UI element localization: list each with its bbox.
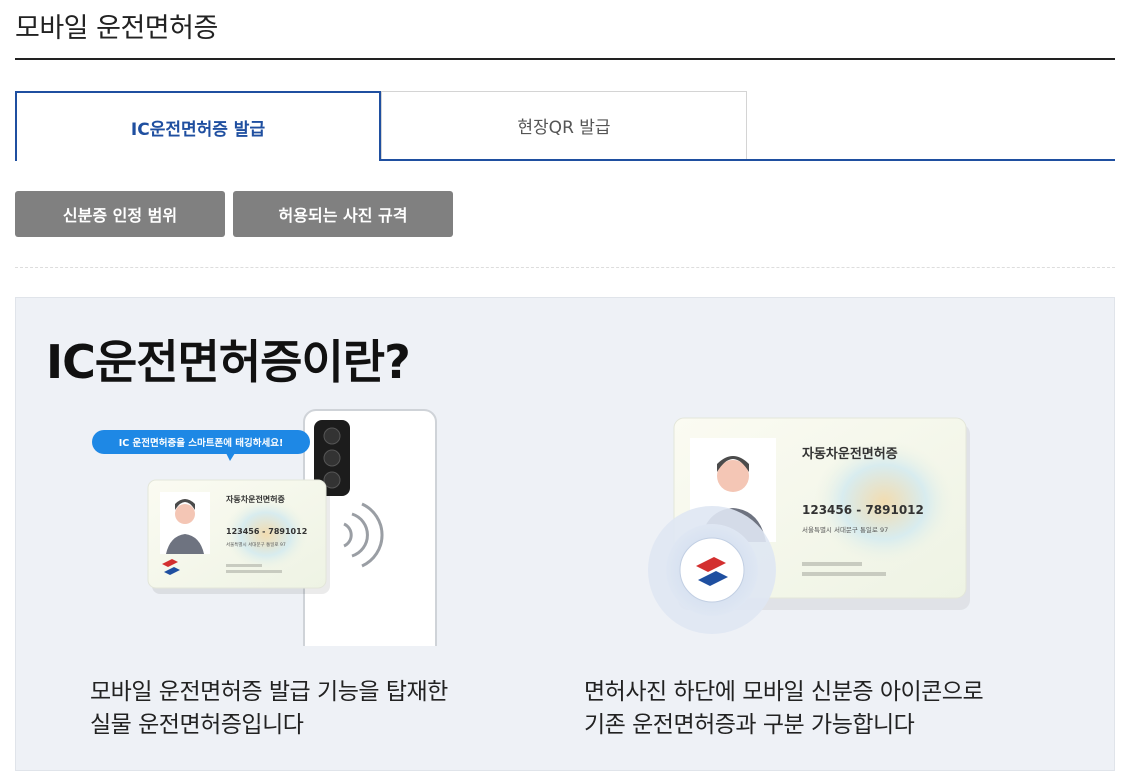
card-title-left: 자동차운전면허증: [226, 494, 286, 504]
photo-spec-button[interactable]: 허용되는 사진 규격: [233, 191, 453, 237]
left-caption-line1: 모바일 운전면허증 발급 기능을 탑재한: [90, 679, 448, 705]
tab-ic-license[interactable]: IC운전면허증 발급: [15, 91, 381, 161]
page-title: 모바일 운전면허증: [15, 13, 218, 44]
bubble-text: IC 운전면허증을 스마트폰에 태깅하세요!: [119, 437, 284, 449]
card-title-right: 자동차운전면허증: [802, 446, 898, 462]
left-caption-line2: 실물 운전면허증입니다: [90, 712, 304, 738]
info-panel: IC운전면허증이란? 자동차운전면허증 123456 - 7891012 서울특…: [15, 297, 1115, 771]
right-caption-line2: 기존 운전면허증과 구분 가능합니다: [584, 712, 915, 738]
title-divider: [15, 58, 1115, 60]
tab-onsite-qr[interactable]: 현장QR 발급: [381, 91, 747, 159]
info-buttons: 신분증 인정 범위 허용되는 사진 규격: [15, 191, 453, 237]
id-scope-button[interactable]: 신분증 인정 범위: [15, 191, 225, 237]
card-address-left: 서울특별시 서대문구 통일로 97: [226, 541, 286, 548]
tab-bar: IC운전면허증 발급 현장QR 발급: [15, 91, 1115, 161]
card-number-right: 123456 - 7891012: [802, 503, 924, 517]
dashed-divider: [15, 267, 1115, 268]
right-caption-line1: 면허사진 하단에 모바일 신분증 아이콘으로: [584, 679, 984, 705]
card-number-left: 123456 - 7891012: [226, 527, 307, 536]
card-icon-illustration: 자동차운전면허증 123456 - 7891012 서울특별시 서대문구 통일로…: [648, 417, 970, 634]
tag-instruction-bubble: IC 운전면허증을 스마트폰에 태깅하세요!: [92, 430, 310, 461]
left-caption: 모바일 운전면허증 발급 기능을 탑재한 실물 운전면허증입니다: [90, 676, 448, 742]
panel-heading: IC운전면허증이란?: [46, 335, 411, 389]
right-caption: 면허사진 하단에 모바일 신분증 아이콘으로 기존 운전면허증과 구분 가능합니…: [584, 676, 984, 742]
card-address-right: 서울특별시 서대문구 통일로 97: [802, 525, 888, 534]
card-tagging-illustration: 자동차운전면허증 123456 - 7891012 서울특별시 서대문구 통일로…: [92, 409, 437, 646]
